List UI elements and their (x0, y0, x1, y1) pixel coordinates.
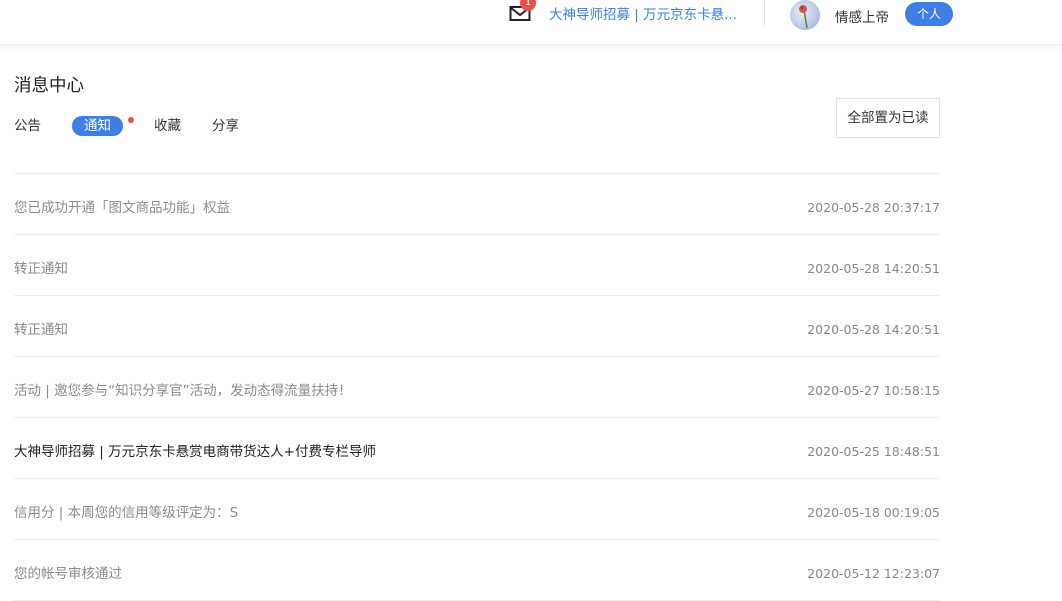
list-item[interactable]: 转正通知 2020-05-28 14:20:51 (14, 296, 940, 357)
message-title: 大神导师招募 | 万元京东卡悬赏电商带货达人+付费专栏导师 (14, 444, 376, 460)
tab-notifications[interactable]: 通知 (72, 116, 123, 136)
mark-all-read-button[interactable]: 全部置为已读 (836, 98, 940, 138)
tab-shares[interactable]: 分享 (212, 116, 239, 136)
message-time: 2020-05-28 20:37:17 (807, 200, 940, 215)
tab-announcements[interactable]: 公告 (14, 116, 41, 136)
message-time: 2020-05-12 12:23:07 (807, 566, 940, 581)
message-time: 2020-05-18 00:19:05 (807, 505, 940, 520)
message-title: 转正通知 (14, 261, 68, 277)
message-time: 2020-05-28 14:20:51 (807, 261, 940, 276)
list-item[interactable]: 信用分 | 本周您的信用等级评定为：S 2020-05-18 00:19:05 (14, 479, 940, 540)
tab-favorites[interactable]: 收藏 (154, 116, 181, 136)
message-title: 信用分 | 本周您的信用等级评定为：S (14, 505, 239, 521)
list-item[interactable]: 大神导师招募 | 万元京东卡悬赏电商带货达人+付费专栏导师 2020-05-25… (14, 418, 940, 479)
message-title: 活动 | 邀您参与“知识分享官”活动，发动态得流量扶持！ (14, 383, 352, 399)
message-time: 2020-05-28 14:20:51 (807, 322, 940, 337)
list-item[interactable]: 转正通知 2020-05-28 14:20:51 (14, 235, 940, 296)
avatar[interactable] (790, 0, 820, 30)
page-title: 消息中心 (14, 76, 84, 96)
top-notice-link[interactable]: 大神导师招募 | 万元京东卡悬... (549, 3, 749, 23)
username[interactable]: 情感上帝 (835, 6, 889, 26)
message-list: 您已成功开通「图文商品功能」权益 2020-05-28 20:37:17 转正通… (14, 173, 940, 601)
list-item[interactable]: 您已成功开通「图文商品功能」权益 2020-05-28 20:37:17 (14, 174, 940, 235)
message-title: 您已成功开通「图文商品功能」权益 (14, 200, 230, 216)
role-badge[interactable]: 个人 (905, 2, 953, 26)
message-title: 转正通知 (14, 322, 68, 338)
flower-icon (799, 5, 808, 29)
message-time: 2020-05-25 18:48:51 (807, 444, 940, 459)
unread-dot (128, 117, 134, 123)
message-title: 您的帐号审核通过 (14, 566, 122, 582)
list-item[interactable]: 您的帐号审核通过 2020-05-12 12:23:07 (14, 540, 940, 601)
message-time: 2020-05-27 10:58:15 (807, 383, 940, 398)
mail-badge: 1 (520, 0, 536, 11)
list-item[interactable]: 活动 | 邀您参与“知识分享官”活动，发动态得流量扶持！ 2020-05-27 … (14, 357, 940, 418)
top-bar: 1 大神导师招募 | 万元京东卡悬... 情感上帝 个人 (0, 0, 1062, 45)
divider (764, 0, 765, 28)
